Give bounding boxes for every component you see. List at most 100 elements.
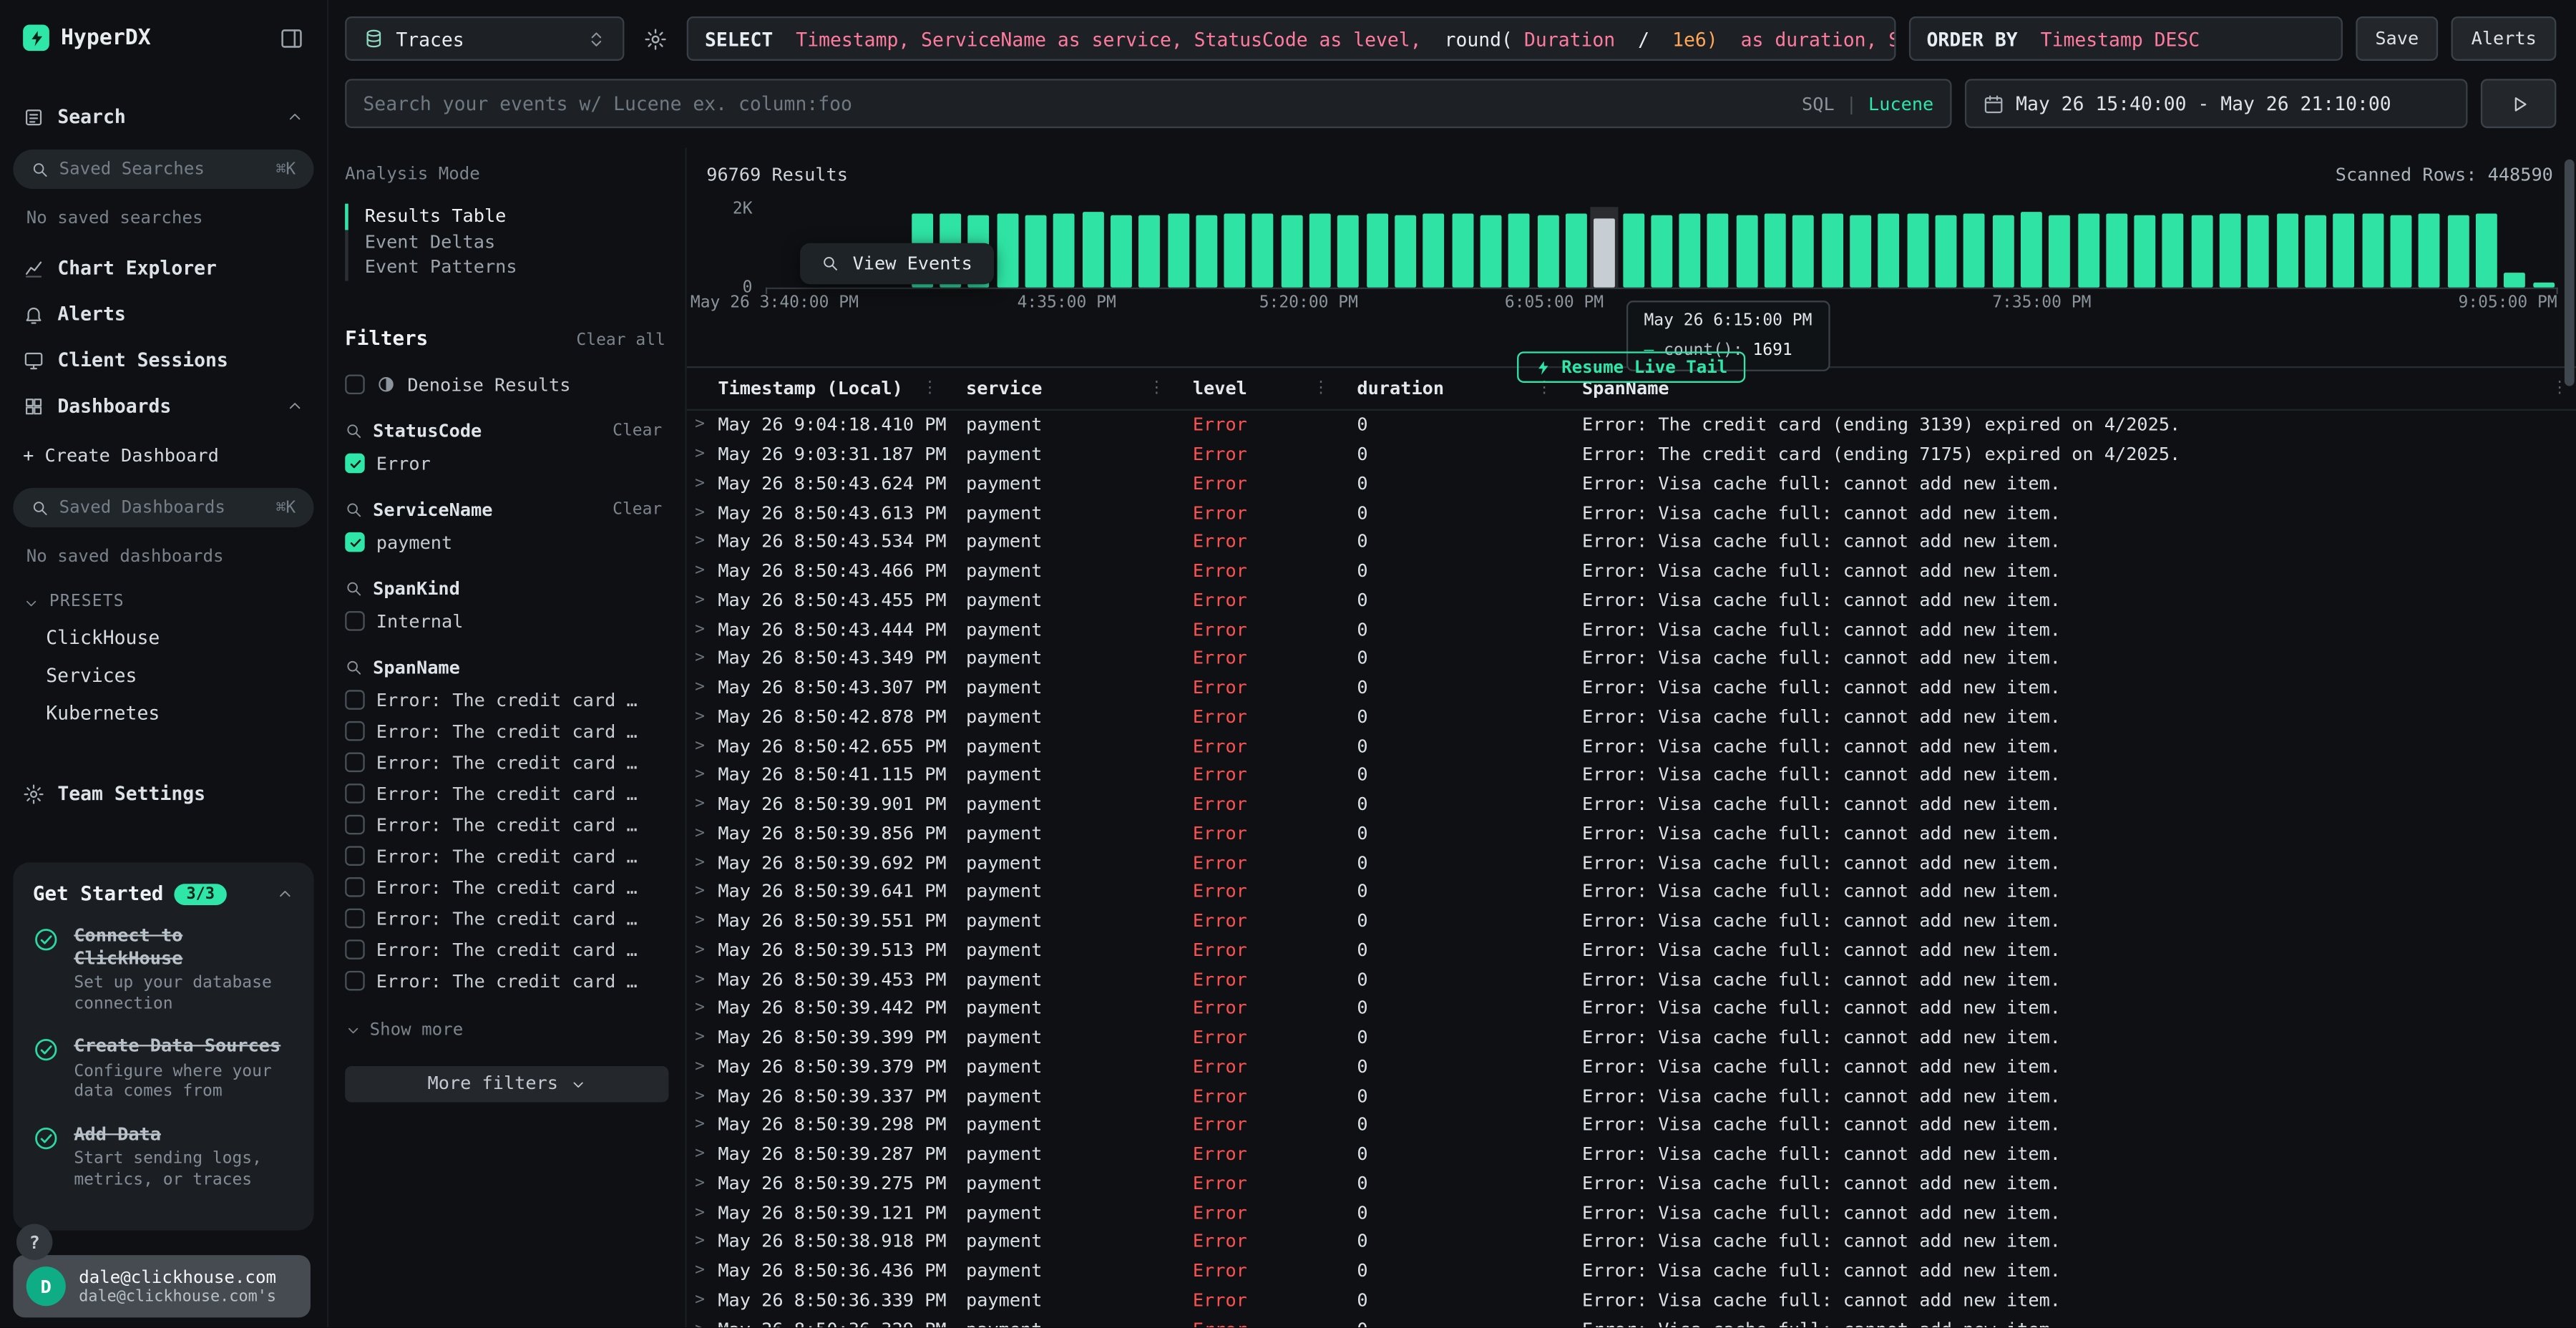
chevron-up-icon[interactable] [276,884,294,902]
table-row[interactable]: >May 26 8:50:39.399 PMpaymentError0Error… [687,1023,2576,1053]
table-row[interactable]: >May 26 8:50:42.655 PMpaymentError0Error… [687,731,2576,761]
checkbox[interactable] [345,877,365,897]
checkbox[interactable] [345,374,365,394]
table-row[interactable]: >May 26 8:50:43.349 PMpaymentError0Error… [687,644,2576,673]
table-row[interactable]: >May 26 8:50:39.513 PMpaymentError0Error… [687,936,2576,965]
analysis-mode-event-patterns[interactable]: Event Patterns [345,255,672,280]
filter-option-error-the-credit-card[interactable]: Error: The credit card … [345,809,672,841]
checkbox[interactable] [345,454,365,474]
table-row[interactable]: >May 26 8:50:39.901 PMpaymentError0Error… [687,790,2576,819]
row-expand-icon[interactable]: > [687,796,716,814]
histogram-bar[interactable] [1363,207,1392,288]
histogram-bar[interactable] [1989,207,2017,288]
row-expand-icon[interactable]: > [687,1262,716,1280]
table-row[interactable]: >May 26 8:50:39.453 PMpaymentError0Error… [687,965,2576,994]
row-expand-icon[interactable]: > [687,941,716,959]
table-row[interactable]: >May 26 8:50:39.641 PMpaymentError0Error… [687,877,2576,907]
checkbox[interactable] [345,611,365,631]
sql-mode-toggle[interactable]: SQL [1802,93,1835,114]
histogram-bar[interactable] [1761,207,1790,288]
sidebar-item-services[interactable]: Services [0,655,327,693]
table-row[interactable]: >May 26 8:50:39.287 PMpaymentError0Error… [687,1140,2576,1169]
histogram-bar[interactable] [2160,207,2188,288]
table-row[interactable]: >May 26 8:50:42.878 PMpaymentError0Error… [687,703,2576,732]
presets-toggle[interactable]: PRESETS [0,570,327,618]
table-row[interactable]: >May 26 8:50:38.918 PMpaymentError0Error… [687,1227,2576,1256]
checkbox[interactable] [345,532,365,552]
sidebar-item-search[interactable]: Search [0,94,327,140]
histogram-bar[interactable] [2415,207,2444,288]
histogram-bar[interactable] [993,207,1022,288]
column-header-service[interactable]: service⋮ [946,368,1173,409]
table-row[interactable]: >May 26 8:50:39.856 PMpaymentError0Error… [687,819,2576,849]
row-expand-icon[interactable]: > [687,1233,716,1251]
row-expand-icon[interactable]: > [687,650,716,668]
analysis-mode-results-table[interactable]: Results Table [345,204,672,230]
row-expand-icon[interactable]: > [687,1320,716,1327]
row-expand-icon[interactable]: > [687,416,716,434]
histogram-bar[interactable] [1163,207,1192,288]
clear-all-filters-button[interactable]: Clear all [576,331,672,349]
histogram-bar[interactable] [1107,207,1136,288]
sql-query-input[interactable]: SELECT Timestamp, ServiceName as service… [687,16,1896,61]
histogram-bar[interactable] [1790,207,1818,288]
sidebar-item-alerts[interactable]: Alerts [0,290,327,336]
table-row[interactable]: >May 26 8:50:36.329 PMpaymentError0Error… [687,1314,2576,1327]
get-started-item-add-data[interactable]: Add DataStart sending logs, metrics, or … [33,1123,294,1191]
histogram-bar[interactable] [1903,207,1932,288]
histogram-bar[interactable] [1420,207,1448,288]
histogram-bar[interactable] [1732,207,1761,288]
row-expand-icon[interactable]: > [687,970,716,988]
histogram-bar[interactable] [1391,207,1420,288]
source-select[interactable]: Traces [345,16,624,61]
histogram-bar[interactable] [2301,207,2330,288]
user-menu[interactable]: D dale@clickhouse.com dale@clickhouse.co… [13,1255,311,1317]
filter-option-error[interactable]: Error [345,448,672,479]
row-expand-icon[interactable]: > [687,766,716,784]
table-row[interactable]: >May 26 8:50:41.115 PMpaymentError0Error… [687,761,2576,790]
show-more-button[interactable]: Show more [345,1012,672,1045]
row-expand-icon[interactable]: > [687,679,716,697]
histogram-bar[interactable] [1619,207,1647,288]
search-input[interactable]: Search your events w/ Lucene ex. column:… [345,79,1951,128]
filter-option-error-the-credit-card[interactable]: Error: The credit card … [345,840,672,872]
row-expand-icon[interactable]: > [687,1029,716,1047]
histogram-bar[interactable] [1078,207,1107,288]
histogram-bar[interactable] [2330,207,2358,288]
sidebar-item-dashboards[interactable]: Dashboards [0,383,327,429]
checkbox[interactable] [345,753,365,773]
histogram-plot[interactable]: May 26 6:15:00 PM — count(): 1691 [766,207,2558,289]
table-row[interactable]: >May 26 8:50:39.692 PMpaymentError0Error… [687,848,2576,877]
order-by-input[interactable]: ORDER BY Timestamp DESC [1908,16,2342,61]
histogram-bar[interactable] [2074,207,2102,288]
table-row[interactable]: >May 26 8:50:43.444 PMpaymentError0Error… [687,615,2576,644]
lucene-mode-toggle[interactable]: Lucene [1868,93,1933,114]
view-events-button[interactable]: View Events [800,243,994,284]
histogram-bar[interactable] [1306,207,1335,288]
filter-option-error-the-credit-card[interactable]: Error: The credit card … [345,934,672,965]
row-expand-icon[interactable]: > [687,620,716,638]
table-row[interactable]: >May 26 8:50:43.455 PMpaymentError0Error… [687,585,2576,615]
sidebar-item-clickhouse[interactable]: ClickHouse [0,617,327,655]
histogram-bar[interactable] [1846,207,1875,288]
row-expand-icon[interactable]: > [687,445,716,463]
filter-option-error-the-credit-card[interactable]: Error: The credit card … [345,872,672,903]
column-header-level[interactable]: level⋮ [1173,368,1337,409]
histogram-bar[interactable] [1818,207,1847,288]
alerts-button[interactable]: Alerts [2451,16,2556,61]
histogram-bar[interactable] [2444,207,2472,288]
checkbox[interactable] [345,971,365,991]
row-expand-icon[interactable]: > [687,1146,716,1163]
row-expand-icon[interactable]: > [687,1058,716,1075]
table-row[interactable]: >May 26 8:50:39.337 PMpaymentError0Error… [687,1081,2576,1110]
column-menu-icon[interactable]: ⋮ [1312,379,1337,397]
run-query-button[interactable] [2481,79,2557,128]
row-expand-icon[interactable]: > [687,533,716,551]
filter-option-error-the-credit-card[interactable]: Error: The credit card … [345,965,672,997]
histogram-bar[interactable] [2501,207,2529,288]
histogram-bar[interactable] [1562,207,1591,288]
histogram-bar[interactable] [2102,207,2131,288]
scrollbar[interactable] [2565,153,2575,1324]
table-row[interactable]: >May 26 8:50:43.613 PMpaymentError0Error… [687,498,2576,527]
checkbox[interactable] [345,939,365,960]
